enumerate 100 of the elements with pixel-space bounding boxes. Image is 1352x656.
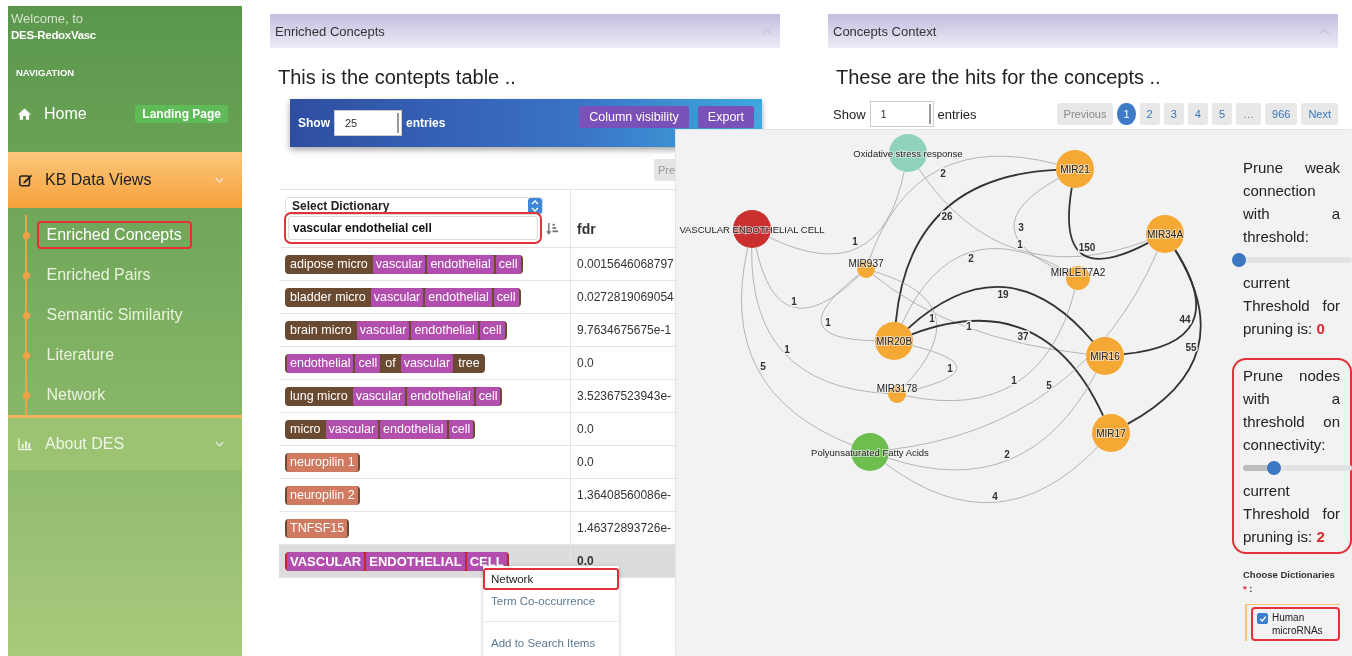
edge-label: 1 xyxy=(947,362,953,374)
edge-label: 19 xyxy=(997,288,1009,300)
term-tag: vascular xyxy=(325,419,379,439)
term-tag: vascular xyxy=(400,353,454,373)
page-button[interactable]: Next xyxy=(1301,103,1338,125)
table-row[interactable]: neuropilin 2 1.36408560086e- xyxy=(279,478,675,512)
term-tag: endothelial xyxy=(427,254,494,274)
app-name: DES-RedoxVasc xyxy=(10,28,97,41)
term-tag: adipose micro xyxy=(287,254,371,274)
table-row[interactable]: TNFSF15 1.46372893726e- xyxy=(279,511,675,545)
pruning-label: Prune nodes with a threshold on connectivity: xyxy=(1243,366,1340,455)
node-label: MIR34A xyxy=(1146,228,1184,240)
node-label: MIR21 xyxy=(1060,163,1090,175)
term-tag: TNFSF15 xyxy=(287,518,348,538)
edge-label: 1 xyxy=(825,316,831,328)
dictionary-option[interactable]: Human microRNAs xyxy=(1251,607,1340,641)
term-tag: cell xyxy=(448,419,474,439)
node-label: Oxidative stress response xyxy=(853,147,963,159)
chevron-icon xyxy=(215,177,224,183)
table-row[interactable]: adipose micro vascular endothelial cell 0.0015646068797 xyxy=(279,247,675,281)
table-row[interactable]: bladder micro vascular endothelial cell 0.0272819069054 xyxy=(279,280,675,314)
checkbox[interactable] xyxy=(1257,613,1268,624)
term-tag: neuropilin 2 xyxy=(287,485,358,505)
term-tag: endothelial xyxy=(425,287,492,307)
page-button[interactable]: 4 xyxy=(1187,103,1208,125)
term-tag: brain micro xyxy=(287,320,355,340)
nav-group[interactable]: KB Data Views xyxy=(8,152,242,208)
network-node[interactable] xyxy=(1086,337,1124,375)
edge-label: 2 xyxy=(940,167,946,179)
term-tag: vascular xyxy=(370,287,424,307)
edge-label: 3 xyxy=(1018,221,1024,233)
slider-thumb[interactable] xyxy=(1266,461,1281,475)
heading: This is the contepts table .. xyxy=(278,66,517,89)
node-label: MIR20B xyxy=(875,335,913,347)
table-row[interactable]: lung micro vascular endothelial cell 3.52367523943e- xyxy=(279,379,675,413)
entries-label: entries xyxy=(937,106,977,122)
page-button[interactable]: 3 xyxy=(1163,103,1184,125)
edge-label: 1 xyxy=(1011,374,1017,386)
page-button[interactable]: 5 xyxy=(1211,103,1232,125)
edge-label: 37 xyxy=(1017,330,1029,342)
term-tag: endothelial xyxy=(411,320,478,340)
home-icon xyxy=(17,107,32,121)
term-tag: vascular xyxy=(372,254,426,274)
term-tag: tree xyxy=(455,353,483,373)
edge-label: 150 xyxy=(1078,241,1096,253)
term-tag: VASCULAR xyxy=(287,551,365,571)
term-tag: cell xyxy=(475,386,501,406)
term-tag: vascular xyxy=(356,320,410,340)
select-arrows-icon xyxy=(528,198,542,214)
table-row[interactable]: micro vascular endothelial cell 0.0 xyxy=(279,412,675,446)
page-button[interactable]: 1 xyxy=(1117,103,1136,125)
nav-item[interactable]: Home Landing Page xyxy=(8,92,242,136)
show-label: Show xyxy=(833,106,866,122)
page-button[interactable]: 966 xyxy=(1265,103,1298,125)
edge-label: 2 xyxy=(968,252,974,264)
term-tag: lung micro xyxy=(287,386,351,406)
table-row[interactable]: endothelial cell of vascular tree 0.0 xyxy=(279,346,675,380)
term-tag: cell xyxy=(355,353,381,373)
toolbar-button[interactable]: Column visibility xyxy=(579,106,689,128)
welcome-text: Welcome, to xyxy=(10,10,84,26)
term-tag: vascular xyxy=(352,386,406,406)
menu-item[interactable]: Network xyxy=(483,568,619,590)
term-tag: ENDOTHELIAL xyxy=(366,551,465,571)
edge-label: 4 xyxy=(992,490,998,502)
sort-icon[interactable] xyxy=(546,221,559,235)
edge-label: 1 xyxy=(791,295,797,307)
menu-item[interactable]: Add to Search Items xyxy=(483,632,619,654)
network-node[interactable] xyxy=(1056,150,1094,188)
edge-label: 2 xyxy=(1004,448,1010,460)
heading: These are the hits for the concepts .. xyxy=(836,66,1162,89)
section-title: NAVIGATION xyxy=(15,66,76,78)
edge-label: 1 xyxy=(852,235,858,247)
table-row[interactable]: neuropilin 1 0.0 xyxy=(279,445,675,479)
edit-icon xyxy=(18,173,33,187)
table-row[interactable]: brain micro vascular endothelial cell 9.7634675675e-1 xyxy=(279,313,675,347)
panel-title: Enriched Concepts xyxy=(275,23,385,39)
edge-label: 5 xyxy=(1046,379,1052,391)
landing-badge: Landing Page xyxy=(135,105,228,123)
term-tag: endothelial xyxy=(380,419,447,439)
network-node[interactable] xyxy=(875,322,913,360)
pruning-label: Prune weak connection with a threshold: xyxy=(1243,158,1340,247)
slider-thumb[interactable] xyxy=(1232,253,1246,267)
edge-label: 1 xyxy=(1017,238,1023,250)
edge-label: 1 xyxy=(784,343,790,355)
term-tag: cell xyxy=(493,287,519,307)
dictionary-select[interactable]: Select Dictionary xyxy=(285,197,543,215)
term-tag: bladder micro xyxy=(287,287,369,307)
threshold-text: current Threshold for pruning is: 0 xyxy=(1243,273,1340,339)
menu-item[interactable]: Term Co-occurrence xyxy=(483,590,619,622)
edge-label: 55 xyxy=(1185,341,1197,353)
network-node[interactable] xyxy=(1146,215,1184,253)
entries-label: entries xyxy=(406,116,446,130)
page-button[interactable]: 2 xyxy=(1139,103,1160,125)
entries-select[interactable]: 1 xyxy=(869,101,934,127)
term-tag: neuropilin 1 xyxy=(287,452,358,472)
show-label: Show xyxy=(298,116,330,130)
chevron-icon xyxy=(215,441,224,447)
toolbar-button[interactable]: Export xyxy=(697,106,754,128)
network-node[interactable] xyxy=(1092,414,1130,452)
entries-select[interactable]: 25 xyxy=(334,110,402,136)
